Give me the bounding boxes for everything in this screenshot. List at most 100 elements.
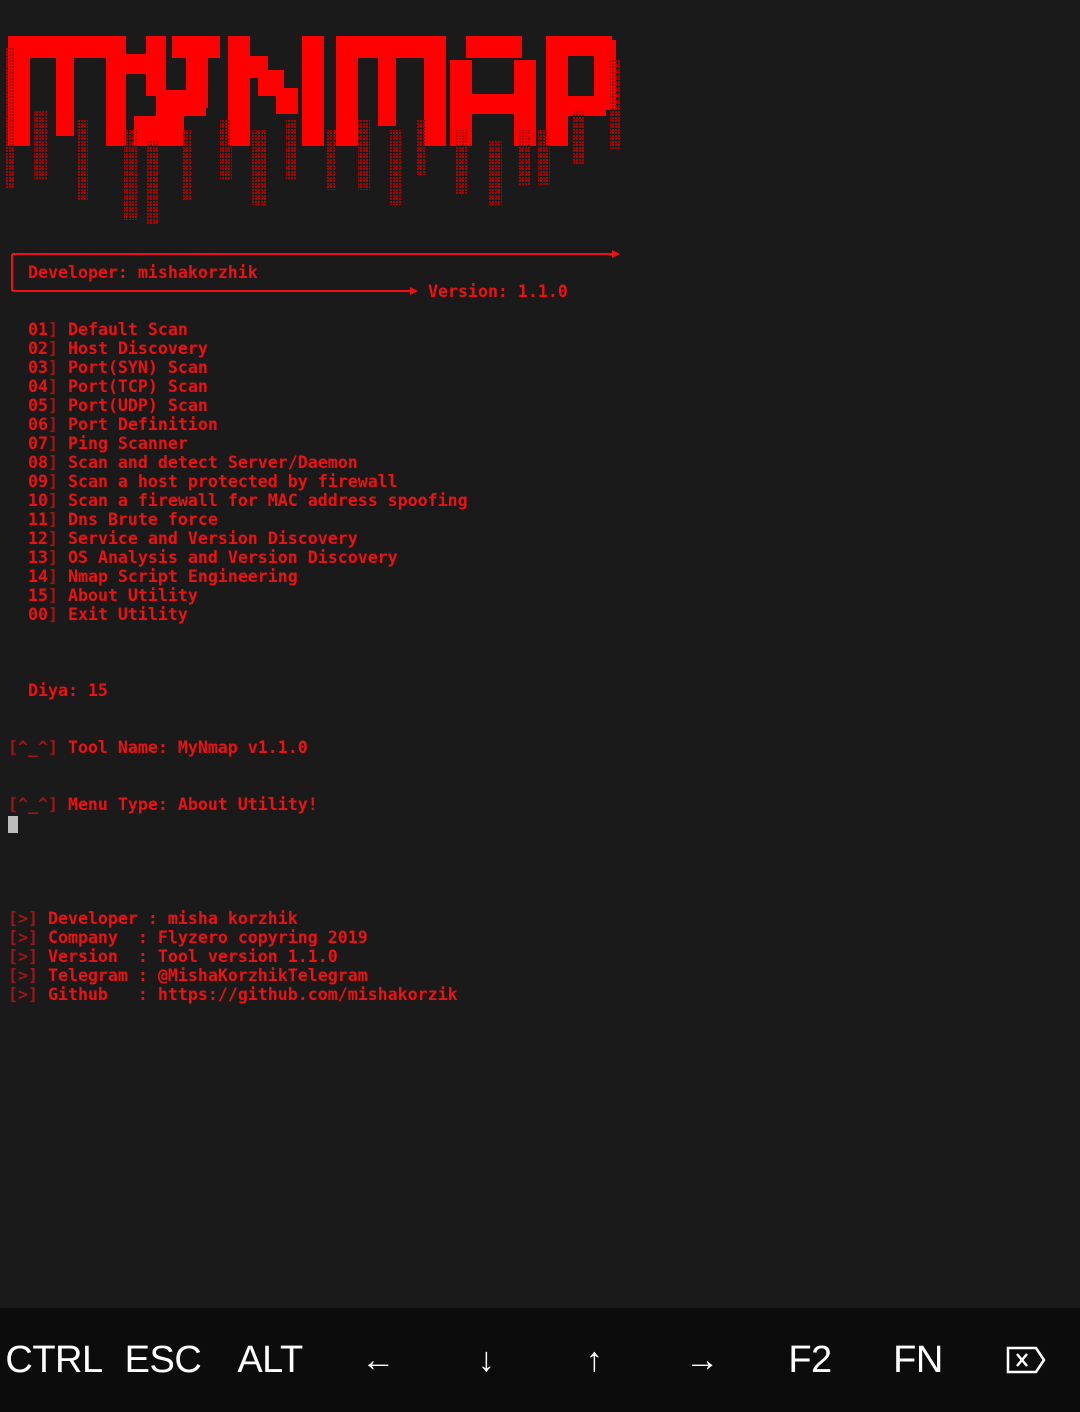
backspace-key[interactable] bbox=[972, 1308, 1080, 1412]
smiley-prefix: [^_^] bbox=[8, 738, 58, 757]
terminal-screen[interactable]: Developer: mishakorzhik Version: 1.1.0 0… bbox=[0, 0, 1080, 1308]
key-esc[interactable]: ESC bbox=[108, 1308, 218, 1412]
menu-type-text: Menu Type: About Utility! bbox=[67, 795, 318, 814]
menu-item-number: 11 bbox=[28, 510, 48, 529]
arrow-up-icon: ↑ bbox=[585, 1340, 603, 1379]
key-f2[interactable]: F2 bbox=[756, 1308, 864, 1412]
about-separator: : bbox=[117, 947, 158, 966]
menu-item-14: 14] Nmap Script Engineering bbox=[28, 567, 468, 586]
menu-item-label: Port(UDP) Scan bbox=[67, 396, 208, 415]
menu-bracket: ] bbox=[47, 358, 58, 377]
menu-bracket: ] bbox=[47, 339, 58, 358]
menu-item-number: 01 bbox=[28, 320, 48, 339]
menu-item-number: 06 bbox=[28, 415, 48, 434]
about-row-developer: [>] Developer : misha korzhik bbox=[8, 909, 458, 928]
about-row-version: [>] Version : Tool version 1.1.0 bbox=[8, 947, 458, 966]
about-value: Tool version 1.1.0 bbox=[157, 947, 338, 966]
mynmap-logo bbox=[6, 36, 620, 225]
arrow-right-icon: → bbox=[685, 1340, 719, 1379]
menu-item-13: 13] OS Analysis and Version Discovery bbox=[28, 548, 468, 567]
menu-bracket: ] bbox=[47, 434, 58, 453]
key-label: CTRL bbox=[5, 1338, 103, 1381]
version-label: Version: 1.1.0 bbox=[428, 282, 568, 301]
about-key: Company bbox=[47, 928, 118, 947]
menu-item-15: 15] About Utility bbox=[28, 586, 468, 605]
menu-item-03: 03] Port(SYN) Scan bbox=[28, 358, 468, 377]
arrow-prefix: [>] bbox=[8, 928, 38, 947]
arrow-prefix: [>] bbox=[8, 909, 38, 928]
menu-bracket: ] bbox=[47, 491, 58, 510]
about-value: @MishaKorzhikTelegram bbox=[157, 966, 368, 985]
about-row-github: [>] Github : https://github.com/mishakor… bbox=[8, 985, 458, 1004]
menu-bracket: ] bbox=[47, 415, 58, 434]
menu-item-07: 07] Ping Scanner bbox=[28, 434, 468, 453]
menu-item-01: 01] Default Scan bbox=[28, 320, 468, 339]
arrow-prefix: [>] bbox=[8, 985, 38, 1004]
menu-item-number: 00 bbox=[28, 605, 48, 624]
about-value: Flyzero copyring 2019 bbox=[157, 928, 368, 947]
tool-name-line: [^_^] Tool Name: MyNmap v1.1.0 bbox=[8, 738, 458, 757]
about-row-telegram: [>] Telegram : @MishaKorzhikTelegram bbox=[8, 966, 458, 985]
menu-bracket: ] bbox=[47, 586, 58, 605]
key-label: FN bbox=[893, 1338, 943, 1381]
developer-label: Developer: mishakorzhik bbox=[28, 263, 258, 282]
about-value: https://github.com/mishakorzik bbox=[157, 985, 458, 1004]
arrow-right-key[interactable]: → bbox=[648, 1308, 756, 1412]
key-alt[interactable]: ALT bbox=[218, 1308, 322, 1412]
menu-item-label: Port Definition bbox=[67, 415, 218, 434]
menu-item-label: Exit Utility bbox=[67, 605, 188, 624]
menu-item-label: Scan a firewall for MAC address spoofing bbox=[67, 491, 468, 510]
menu-item-02: 02] Host Discovery bbox=[28, 339, 468, 358]
menu-bracket: ] bbox=[47, 567, 58, 586]
tool-name-text: Tool Name: MyNmap v1.1.0 bbox=[67, 738, 308, 757]
extra-keys-bar: CTRL ESC ALT ← ↓ ↑ → F2 FN bbox=[0, 1308, 1080, 1412]
key-fn[interactable]: FN bbox=[864, 1308, 972, 1412]
menu-item-06: 06] Port Definition bbox=[28, 415, 468, 434]
menu-item-00: 00] Exit Utility bbox=[28, 605, 468, 624]
menu-bracket: ] bbox=[47, 453, 58, 472]
menu-item-number: 14 bbox=[28, 567, 48, 586]
menu-bracket: ] bbox=[47, 377, 58, 396]
menu-type-line: [^_^] Menu Type: About Utility! bbox=[8, 795, 458, 814]
arrow-prefix: [>] bbox=[8, 947, 38, 966]
about-row-company: [>] Company : Flyzero copyring 2019 bbox=[8, 928, 458, 947]
menu-item-number: 05 bbox=[28, 396, 48, 415]
menu-item-05: 05] Port(UDP) Scan bbox=[28, 396, 468, 415]
menu-item-label: Port(TCP) Scan bbox=[67, 377, 208, 396]
about-key: Developer bbox=[47, 909, 138, 928]
key-ctrl[interactable]: CTRL bbox=[0, 1308, 108, 1412]
menu-item-label: Scan and detect Server/Daemon bbox=[67, 453, 358, 472]
menu-list: 01] Default Scan 02] Host Discovery 03] Po… bbox=[28, 320, 468, 624]
menu-item-label: Service and Version Discovery bbox=[67, 529, 358, 548]
menu-item-label: Port(SYN) Scan bbox=[67, 358, 208, 377]
prompt-line: Diya: 15 bbox=[28, 681, 108, 700]
menu-item-number: 02 bbox=[28, 339, 48, 358]
menu-item-label: Ping Scanner bbox=[67, 434, 188, 453]
menu-item-label: Scan a host protected by firewall bbox=[67, 472, 398, 491]
menu-bracket: ] bbox=[47, 510, 58, 529]
menu-item-number: 09 bbox=[28, 472, 48, 491]
menu-item-number: 13 bbox=[28, 548, 48, 567]
menu-item-label: Default Scan bbox=[67, 320, 188, 339]
menu-item-number: 08 bbox=[28, 453, 48, 472]
terminal-cursor bbox=[8, 816, 18, 833]
arrow-down-key[interactable]: ↓ bbox=[432, 1308, 540, 1412]
about-separator: : bbox=[117, 928, 158, 947]
menu-item-number: 10 bbox=[28, 491, 48, 510]
arrow-left-icon: ← bbox=[361, 1340, 395, 1379]
arrow-prefix: [>] bbox=[8, 966, 38, 985]
key-label: ALT bbox=[237, 1338, 303, 1381]
backspace-icon bbox=[1006, 1346, 1046, 1374]
about-key: Version bbox=[47, 947, 118, 966]
arrow-left-key[interactable]: ← bbox=[324, 1308, 432, 1412]
menu-bracket: ] bbox=[47, 529, 58, 548]
menu-item-number: 12 bbox=[28, 529, 48, 548]
menu-item-number: 07 bbox=[28, 434, 48, 453]
key-label: ESC bbox=[124, 1338, 202, 1381]
menu-item-label: Nmap Script Engineering bbox=[67, 567, 298, 586]
menu-bracket: ] bbox=[47, 396, 58, 415]
arrow-up-key[interactable]: ↑ bbox=[540, 1308, 648, 1412]
menu-item-label: Dns Brute force bbox=[67, 510, 218, 529]
menu-bracket: ] bbox=[47, 472, 58, 491]
